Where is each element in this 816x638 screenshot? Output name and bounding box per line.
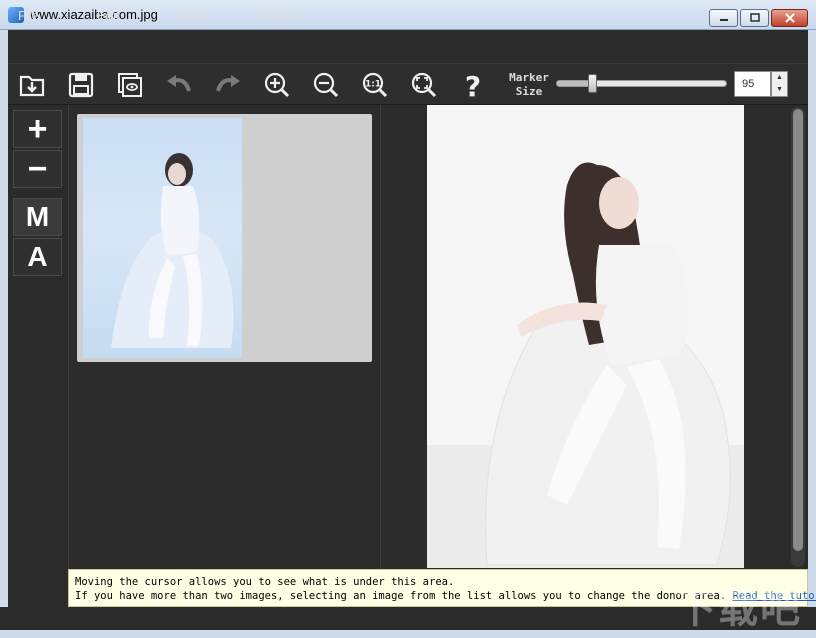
- save-button[interactable]: [64, 68, 98, 102]
- menu-bar: [8, 31, 808, 61]
- spin-up-icon[interactable]: ▲: [776, 74, 783, 81]
- redo-button[interactable]: [211, 68, 245, 102]
- close-icon: [784, 13, 795, 23]
- main-image[interactable]: [427, 105, 744, 568]
- help-icon: ?: [465, 71, 481, 99]
- marker-size-spinner[interactable]: ▲ ▼: [771, 71, 788, 97]
- manual-mode-button[interactable]: M: [13, 198, 62, 236]
- thumbnail-image[interactable]: [83, 118, 242, 358]
- menu-edit[interactable]: Edit: [97, 8, 119, 23]
- hint-line-2-text: If you have more than two images, select…: [75, 590, 727, 602]
- spin-down-icon[interactable]: ▼: [776, 86, 783, 93]
- marker-label-line1: Marker: [509, 71, 549, 84]
- close-button[interactable]: [771, 9, 808, 27]
- preview-icon: [118, 73, 142, 97]
- preview-button[interactable]: [113, 68, 147, 102]
- undo-button[interactable]: [162, 68, 196, 102]
- main-photo: [427, 105, 744, 568]
- zoom-in-button[interactable]: [260, 68, 294, 102]
- minimize-icon: [719, 19, 728, 21]
- window-frame-right: [808, 30, 816, 638]
- undo-icon: [167, 75, 191, 92]
- remove-marker-button[interactable]: −: [13, 150, 62, 188]
- maximize-icon: [749, 13, 760, 22]
- fit-window-icon: [411, 72, 437, 98]
- marker-size-slider-handle[interactable]: [588, 74, 598, 93]
- help-button[interactable]: ?: [456, 68, 490, 102]
- svg-text:1:1: 1:1: [365, 80, 381, 90]
- svg-text:?: ?: [465, 71, 481, 99]
- marker-size-label: Marker Size: [506, 71, 552, 99]
- menu-view[interactable]: View: [179, 8, 207, 23]
- vertical-scrollbar-thumb[interactable]: [793, 109, 803, 551]
- auto-mode-button[interactable]: A: [13, 238, 62, 276]
- fit-window-button[interactable]: [407, 68, 441, 102]
- maximize-button[interactable]: [740, 9, 769, 27]
- zoom-out-button[interactable]: [309, 68, 343, 102]
- marker-label-line2: Size: [515, 85, 543, 98]
- marker-size-slider-fill: [557, 81, 590, 86]
- zoom-out-icon: [313, 72, 339, 98]
- minimize-button[interactable]: [709, 9, 738, 27]
- redo-icon: [216, 75, 240, 92]
- menu-help[interactable]: Help: [266, 8, 293, 23]
- thumbnail-photo: [111, 153, 234, 348]
- open-icon: [19, 75, 45, 97]
- window-title: www.xiazaiba.com.jpg: [30, 7, 158, 22]
- add-marker-button[interactable]: +: [13, 110, 62, 148]
- actual-size-button[interactable]: 1:1: [358, 68, 392, 102]
- marker-size-input[interactable]: 95: [734, 71, 771, 97]
- open-button[interactable]: [15, 68, 49, 102]
- watermark: 下载吧: [676, 587, 802, 631]
- save-icon: [68, 72, 94, 98]
- window-frame-left: [0, 30, 8, 638]
- actual-size-icon: 1:1: [362, 72, 388, 98]
- menu-file[interactable]: File: [18, 8, 39, 23]
- zoom-in-icon: [264, 72, 290, 98]
